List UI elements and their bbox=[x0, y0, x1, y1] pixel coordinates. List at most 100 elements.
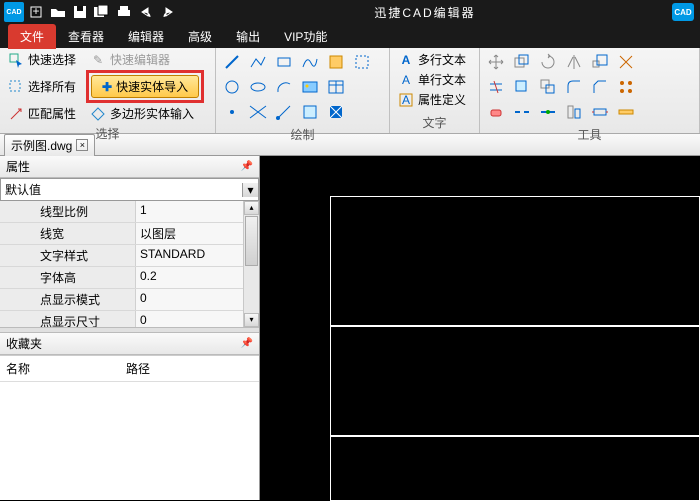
property-row[interactable]: 点显示尺寸0 bbox=[0, 311, 259, 327]
scroll-down-icon[interactable]: ▾ bbox=[244, 313, 259, 327]
ray-icon[interactable] bbox=[274, 102, 294, 122]
join-icon[interactable] bbox=[538, 102, 558, 122]
print-icon[interactable] bbox=[114, 2, 134, 22]
property-row[interactable]: 线宽以图层 bbox=[0, 223, 259, 245]
vertical-scrollbar[interactable]: ▴ ▾ bbox=[243, 201, 259, 327]
wire-rect bbox=[330, 196, 700, 326]
tab-file[interactable]: 文件 bbox=[8, 24, 56, 49]
property-value[interactable]: 0 bbox=[136, 289, 259, 310]
left-panel: 属性 📌 默认值 ▾ 线型比例1线宽以图层文字样式STANDARD字体高0.2点… bbox=[0, 156, 260, 500]
polygon-input-button[interactable]: 多边形实体输入 bbox=[86, 104, 198, 123]
property-row[interactable]: 字体高0.2 bbox=[0, 267, 259, 289]
trim-icon[interactable] bbox=[486, 77, 506, 97]
rotate-icon[interactable] bbox=[538, 52, 558, 72]
quick-select-button[interactable]: 快速选择 bbox=[4, 50, 80, 69]
close-icon[interactable]: × bbox=[76, 139, 88, 151]
fill-icon[interactable] bbox=[326, 102, 346, 122]
point-icon[interactable] bbox=[222, 102, 242, 122]
tab-advanced[interactable]: 高级 bbox=[176, 24, 224, 49]
tab-editor[interactable]: 编辑器 bbox=[116, 24, 176, 49]
scroll-up-icon[interactable]: ▴ bbox=[244, 201, 259, 215]
property-value[interactable]: 以图层 bbox=[136, 223, 259, 244]
ribbon-group-tools-label: 工具 bbox=[484, 124, 695, 143]
break-icon[interactable] bbox=[512, 102, 532, 122]
quick-editor-label: 快速编辑器 bbox=[110, 51, 170, 68]
move-icon[interactable] bbox=[486, 52, 506, 72]
favorites-title: 收藏夹 bbox=[6, 335, 42, 352]
title-bar: CAD + 迅捷CAD编辑器 CAD bbox=[0, 0, 700, 24]
region-icon[interactable] bbox=[300, 102, 320, 122]
rect-icon[interactable] bbox=[274, 52, 294, 72]
tab-viewer[interactable]: 查看器 bbox=[56, 24, 116, 49]
tab-output[interactable]: 输出 bbox=[224, 24, 272, 49]
property-row[interactable]: 点显示模式0 bbox=[0, 289, 259, 311]
property-grid: 线型比例1线宽以图层文字样式STANDARD字体高0.2点显示模式0点显示尺寸0… bbox=[0, 201, 259, 327]
property-value[interactable]: 1 bbox=[136, 201, 259, 222]
measure-icon[interactable] bbox=[616, 102, 636, 122]
new-icon[interactable]: + bbox=[26, 2, 46, 22]
open-icon[interactable] bbox=[48, 2, 68, 22]
app-logo-icon: CAD bbox=[4, 2, 24, 22]
array-icon[interactable] bbox=[616, 77, 636, 97]
property-key: 点显示尺寸 bbox=[0, 311, 136, 327]
spline-icon[interactable] bbox=[300, 52, 320, 72]
attdef-label: 属性定义 bbox=[418, 91, 466, 108]
save-icon[interactable] bbox=[70, 2, 90, 22]
chevron-down-icon[interactable]: ▾ bbox=[242, 183, 258, 197]
copy-icon[interactable] bbox=[512, 52, 532, 72]
col-path[interactable]: 路径 bbox=[120, 358, 156, 379]
ribbon-group-draw: 绘制 bbox=[216, 48, 390, 133]
polygon-input-label: 多边形实体输入 bbox=[110, 105, 194, 122]
quick-import-highlight: ✚ 快速实体导入 bbox=[86, 70, 204, 103]
scale-icon[interactable] bbox=[590, 52, 610, 72]
fillet-icon[interactable] bbox=[564, 77, 584, 97]
align-icon[interactable] bbox=[564, 102, 584, 122]
property-row[interactable]: 文字样式STANDARD bbox=[0, 245, 259, 267]
explode-icon[interactable] bbox=[616, 52, 636, 72]
stext-button[interactable]: A 单行文本 bbox=[394, 70, 475, 89]
document-tab[interactable]: 示例图.dwg × bbox=[4, 134, 95, 156]
col-name[interactable]: 名称 bbox=[0, 358, 120, 379]
default-combo-value: 默认值 bbox=[1, 179, 242, 200]
quick-import-button[interactable]: ✚ 快速实体导入 bbox=[91, 75, 199, 98]
arc-icon[interactable] bbox=[274, 77, 294, 97]
property-value[interactable]: 0 bbox=[136, 311, 259, 327]
scroll-thumb[interactable] bbox=[245, 216, 258, 266]
ellipse-icon[interactable] bbox=[248, 77, 268, 97]
offset-icon[interactable] bbox=[538, 77, 558, 97]
extend-icon[interactable] bbox=[512, 77, 532, 97]
pin-icon[interactable]: 📌 bbox=[241, 338, 253, 349]
quick-select-label: 快速选择 bbox=[28, 51, 76, 68]
drawing-canvas[interactable] bbox=[260, 156, 700, 500]
property-value[interactable]: STANDARD bbox=[136, 245, 259, 266]
property-value[interactable]: 0.2 bbox=[136, 267, 259, 288]
mtext-button[interactable]: A 多行文本 bbox=[394, 50, 475, 69]
default-combo[interactable]: 默认值 ▾ bbox=[0, 178, 259, 201]
block-icon[interactable] bbox=[326, 52, 346, 72]
polyline-icon[interactable] bbox=[248, 52, 268, 72]
mirror-icon[interactable] bbox=[564, 52, 584, 72]
circle-icon[interactable] bbox=[222, 77, 242, 97]
save-all-icon[interactable] bbox=[92, 2, 112, 22]
stretch-icon[interactable] bbox=[590, 102, 610, 122]
image-icon[interactable] bbox=[300, 77, 320, 97]
redo-icon[interactable] bbox=[158, 2, 178, 22]
pin-icon[interactable]: 📌 bbox=[241, 161, 253, 172]
hatch-icon[interactable] bbox=[352, 52, 372, 72]
xline-icon[interactable] bbox=[248, 102, 268, 122]
match-props-button[interactable]: 匹配属性 bbox=[4, 104, 80, 123]
tab-vip[interactable]: VIP功能 bbox=[272, 24, 339, 49]
attdef-button[interactable]: A 属性定义 bbox=[394, 90, 475, 109]
properties-title: 属性 bbox=[6, 158, 30, 175]
cad-badge-icon[interactable]: CAD bbox=[672, 3, 694, 21]
property-key: 点显示模式 bbox=[0, 289, 136, 310]
undo-icon[interactable] bbox=[136, 2, 156, 22]
erase-icon[interactable] bbox=[486, 102, 506, 122]
app-title: 迅捷CAD编辑器 bbox=[178, 4, 672, 21]
line-icon[interactable] bbox=[222, 52, 242, 72]
select-all-button[interactable]: 选择所有 bbox=[4, 77, 80, 96]
property-key: 字体高 bbox=[0, 267, 136, 288]
chamfer-icon[interactable] bbox=[590, 77, 610, 97]
property-row[interactable]: 线型比例1 bbox=[0, 201, 259, 223]
table-icon[interactable] bbox=[326, 77, 346, 97]
